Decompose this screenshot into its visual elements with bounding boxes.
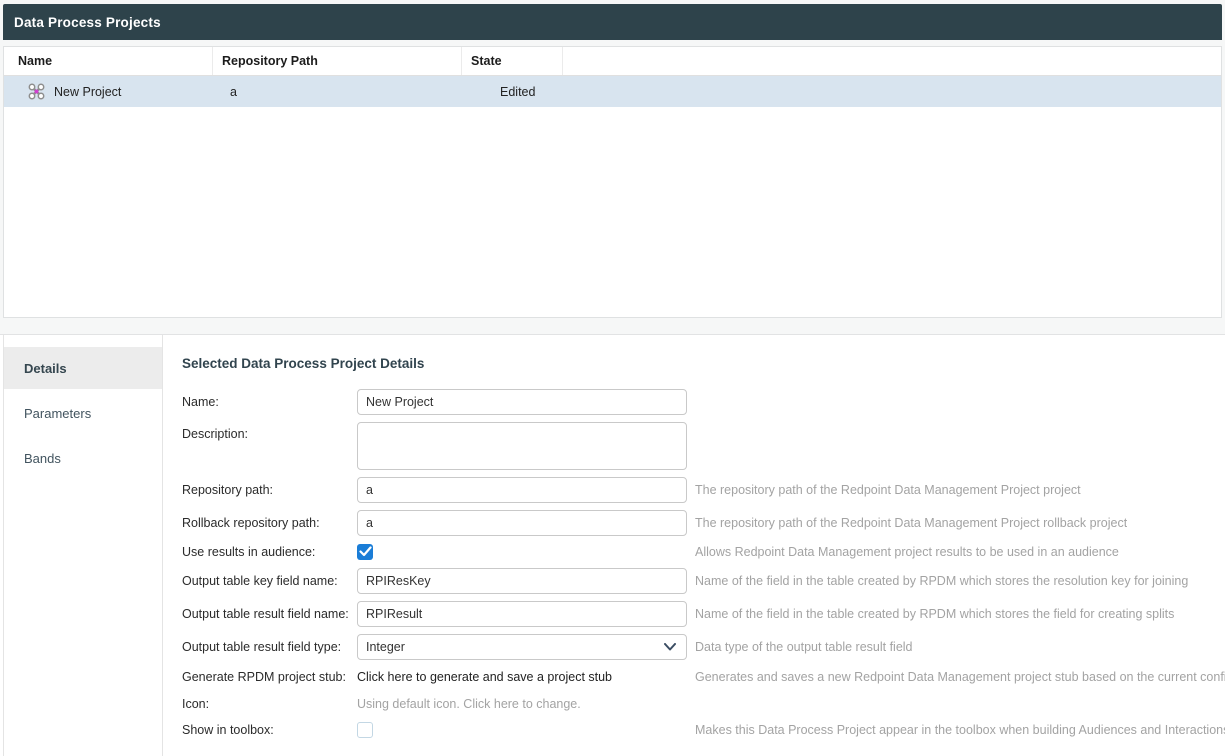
output-table-result-field-name-hint: Name of the field in the table created b… [695, 607, 1174, 621]
icon-control: Using default icon. Click here to change… [357, 697, 687, 711]
show-in-toolbox-checkbox[interactable] [357, 722, 373, 738]
field-row-name: Name: [182, 389, 1225, 415]
tab-bands[interactable]: Bands [4, 437, 162, 479]
output-table-key-field-name-hint: Name of the field in the table created b… [695, 574, 1188, 588]
column-header-repository-path[interactable]: Repository Path [213, 47, 462, 75]
field-row-icon: Icon:Using default icon. Click here to c… [182, 694, 1225, 714]
field-row-description: Description: [182, 422, 1225, 470]
detail-form: Selected Data Process Project Details Na… [164, 335, 1225, 756]
rollback-repository-path-hint: The repository path of the Redpoint Data… [695, 516, 1127, 530]
output-table-result-field-type-label: Output table result field type: [182, 640, 357, 654]
field-row-output-table-result-field-name: Output table result field name: Name of t… [182, 601, 1225, 627]
icon-link[interactable]: Using default icon. Click here to change… [357, 697, 581, 711]
generate-rpdm-project-stub-label: Generate RPDM project stub: [182, 670, 357, 684]
output-table-key-field-name-input[interactable] [357, 568, 687, 594]
state-cell: Edited [462, 76, 563, 107]
detail-form-title: Selected Data Process Project Details [182, 356, 1225, 371]
name-control [357, 389, 687, 415]
generate-rpdm-project-stub-control: Click here to generate and save a projec… [357, 670, 687, 684]
field-row-output-table-key-field-name: Output table key field name: Name of the … [182, 568, 1225, 594]
output-table-key-field-name-label: Output table key field name: [182, 574, 357, 588]
detail-fields: Name: Description: Repository path: The rep… [182, 389, 1225, 739]
repository-path-control [357, 477, 687, 503]
column-header-name[interactable]: Name [4, 47, 213, 75]
use-results-in-audience-label: Use results in audience: [182, 545, 357, 559]
output-table-key-field-name-control [357, 568, 687, 594]
output-table-result-field-type-selected-value: Integer [366, 640, 405, 654]
rollback-repository-path-label: Rollback repository path: [182, 516, 357, 530]
use-results-in-audience-control [357, 544, 687, 560]
description-label: Description: [182, 422, 357, 441]
process-project-icon [28, 83, 45, 100]
projects-table: NameRepository PathState New Project aEdi… [3, 46, 1222, 318]
table-header-row: NameRepository PathState [4, 47, 1221, 76]
detail-panel: DetailsParametersBands Selected Data Pro… [0, 334, 1225, 756]
output-table-result-field-name-label: Output table result field name: [182, 607, 357, 621]
description-textarea[interactable] [357, 422, 687, 470]
show-in-toolbox-control [357, 722, 687, 738]
output-table-result-field-name-input[interactable] [357, 601, 687, 627]
name-label: Name: [182, 395, 357, 409]
panel-header: Data Process Projects [3, 4, 1222, 40]
column-header-state[interactable]: State [462, 47, 563, 75]
field-row-show-in-toolbox: Show in toolbox: Makes this Data Process … [182, 721, 1225, 739]
detail-tabs-sidebar: DetailsParametersBands [3, 335, 163, 756]
generate-rpdm-project-stub-link[interactable]: Click here to generate and save a projec… [357, 670, 612, 684]
rollback-repository-path-control [357, 510, 687, 536]
field-row-rollback-repository-path: Rollback repository path: The repository … [182, 510, 1225, 536]
repository-path-hint: The repository path of the Redpoint Data… [695, 483, 1081, 497]
description-control [357, 422, 687, 470]
output-table-result-field-type-hint: Data type of the output table result fie… [695, 640, 913, 654]
project-name-label: New Project [54, 85, 121, 99]
field-row-generate-rpdm-project-stub: Generate RPDM project stub:Click here to… [182, 667, 1225, 687]
use-results-in-audience-hint: Allows Redpoint Data Management project … [695, 545, 1119, 559]
panel-title: Data Process Projects [3, 15, 161, 30]
table-body: New Project aEdited [4, 76, 1221, 107]
output-table-result-field-type-chevron-down-icon [664, 640, 676, 654]
repository-path-cell: a [213, 76, 462, 107]
icon-label: Icon: [182, 697, 357, 711]
tab-parameters[interactable]: Parameters [4, 392, 162, 434]
project-name-cell: New Project [4, 76, 213, 107]
use-results-in-audience-checkbox[interactable] [357, 544, 373, 560]
show-in-toolbox-hint: Makes this Data Process Project appear i… [695, 723, 1225, 737]
rollback-repository-path-input[interactable] [357, 510, 687, 536]
tab-details[interactable]: Details [4, 347, 162, 389]
repository-path-label: Repository path: [182, 483, 357, 497]
output-table-result-field-name-control [357, 601, 687, 627]
field-row-repository-path: Repository path: The repository path of t… [182, 477, 1225, 503]
show-in-toolbox-label: Show in toolbox: [182, 723, 357, 737]
table-row[interactable]: New Project aEdited [4, 76, 1221, 107]
repository-path-input[interactable] [357, 477, 687, 503]
output-table-result-field-type-control: Integer [357, 634, 687, 660]
field-row-output-table-result-field-type: Output table result field type: Integer Da… [182, 634, 1225, 660]
name-input[interactable] [357, 389, 687, 415]
generate-rpdm-project-stub-hint: Generates and saves a new Redpoint Data … [695, 670, 1225, 684]
output-table-result-field-type-select[interactable]: Integer [357, 634, 687, 660]
field-row-use-results-in-audience: Use results in audience: Allows Redpoint … [182, 543, 1225, 561]
